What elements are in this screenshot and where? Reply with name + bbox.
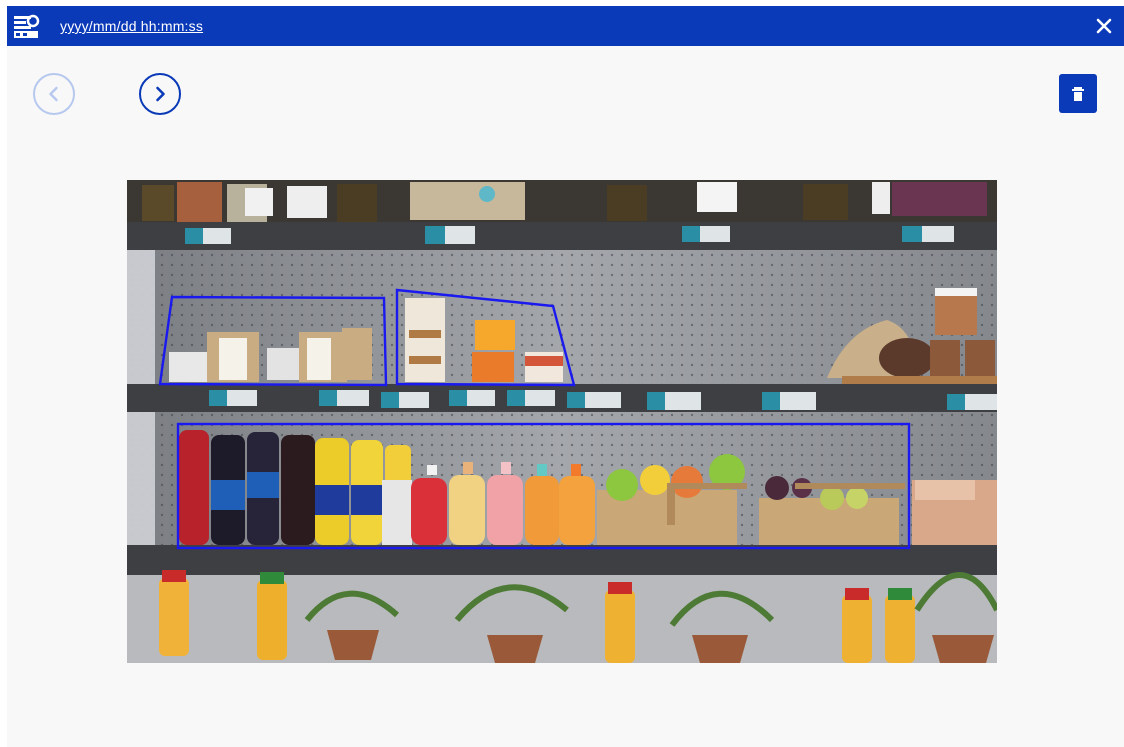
app-window: yyyy/mm/dd hh:mm:ss	[7, 6, 1124, 747]
top-shelf-edge	[127, 222, 997, 250]
chevron-left-icon	[49, 86, 58, 102]
timestamp-text: yyyy/mm/dd hh:mm:ss	[60, 18, 204, 34]
bottom-shelf-edge	[127, 545, 997, 575]
middle-shelf-edge	[127, 384, 997, 412]
shelf-photo-canvas[interactable]	[127, 180, 997, 663]
app-logo-icon	[11, 11, 41, 41]
chevron-right-icon	[156, 86, 165, 102]
close-button[interactable]	[1092, 14, 1116, 38]
delete-button[interactable]	[1059, 74, 1097, 113]
title-bar: yyyy/mm/dd hh:mm:ss	[7, 6, 1124, 46]
close-icon	[1096, 18, 1112, 34]
next-button[interactable]	[139, 73, 181, 115]
trash-icon	[1072, 86, 1084, 101]
previous-button[interactable]	[33, 73, 75, 115]
shelf-photo[interactable]	[127, 180, 997, 663]
